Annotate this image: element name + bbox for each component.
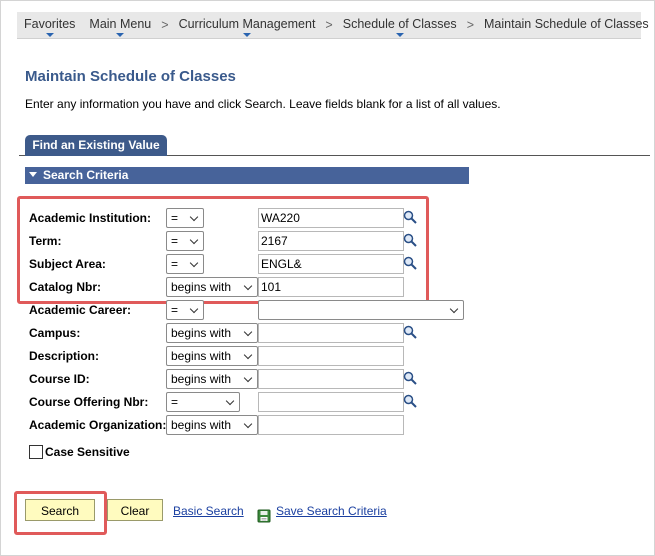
value-input[interactable] [258,346,404,366]
magnifier-icon[interactable] [403,394,417,408]
dropdown-arrow-icon [116,33,125,37]
search-criteria-label: Search Criteria [43,168,129,182]
operator-select[interactable]: begins with [166,369,258,389]
chevron-down-icon [243,327,253,337]
magnifier-icon[interactable] [403,325,417,339]
value-input[interactable]: 101 [258,277,404,297]
nav-schedule-of-classes[interactable]: Schedule of Classes [336,12,464,38]
value-input[interactable]: 2167 [258,231,404,251]
chevron-down-icon [225,396,235,406]
operator-value: begins with [171,326,232,340]
nav-main-menu-label: Main Menu [89,17,152,31]
magnifier-icon[interactable] [403,256,417,270]
nav-maintain-schedule[interactable]: Maintain Schedule of Classes [477,12,655,38]
chevron-down-icon [243,373,253,383]
operator-value: = [171,234,179,248]
breadcrumb-separator: > [161,18,169,32]
value-input[interactable]: WA220 [258,208,404,228]
field-label: Academic Organization: [29,418,167,432]
clear-button[interactable]: Clear [107,499,163,521]
breadcrumb: Favorites Main Menu > Curriculum Managem… [17,12,649,39]
field-label: Campus: [29,326,81,340]
field-label: Academic Career: [29,303,132,317]
chevron-down-icon [189,258,199,268]
chevron-down-icon [243,281,253,291]
dropdown-arrow-icon [45,33,54,37]
search-criteria-header[interactable]: Search Criteria [25,167,469,184]
dropdown-arrow-icon [242,33,251,37]
collapse-triangle-icon [29,172,37,177]
field-label: Catalog Nbr: [29,280,101,294]
nav-maintain-label: Maintain Schedule of Classes [484,17,649,31]
chevron-down-icon [243,419,253,429]
field-label: Course ID: [29,372,90,386]
save-search-criteria-link[interactable]: Save Search Criteria [276,504,387,518]
chevron-down-icon [449,304,459,314]
operator-select[interactable]: begins with [166,415,258,435]
value-input[interactable] [258,323,404,343]
operator-value: begins with [171,280,232,294]
chevron-down-icon [189,235,199,245]
operator-select[interactable]: = [166,231,204,251]
operator-value: = [171,395,179,409]
operator-select[interactable]: begins with [166,346,258,366]
magnifier-icon[interactable] [403,371,417,385]
chevron-down-icon [189,212,199,222]
chevron-down-icon [243,350,253,360]
tab-divider [167,155,650,156]
value-input[interactable]: ENGL& [258,254,404,274]
field-label: Term: [29,234,62,248]
nav-main-menu[interactable]: Main Menu [82,12,158,38]
field-label: Subject Area: [29,257,106,271]
tab-find-existing-value[interactable]: Find an Existing Value [25,135,167,156]
basic-search-link[interactable]: Basic Search [173,504,244,518]
nav-favorites[interactable]: Favorites [17,12,82,38]
chevron-down-icon [189,304,199,314]
operator-select[interactable]: begins with [166,323,258,343]
nav-schedule-label: Schedule of Classes [342,17,457,31]
instructions-text: Enter any information you have and click… [25,97,501,111]
page-title: Maintain Schedule of Classes [25,68,236,85]
operator-select[interactable]: begins with [166,277,258,297]
field-label: Academic Institution: [29,211,152,225]
operator-value: = [171,211,179,225]
breadcrumb-separator: > [325,18,333,32]
operator-select[interactable]: = [166,300,204,320]
field-label: Course Offering Nbr: [29,395,149,409]
operator-select[interactable]: = [166,392,240,412]
magnifier-icon[interactable] [403,210,417,224]
nav-curriculum-label: Curriculum Management [178,17,316,31]
operator-value: begins with [171,372,232,386]
operator-value: = [171,257,179,271]
magnifier-icon[interactable] [403,233,417,247]
dropdown-arrow-icon [395,33,404,37]
operator-value: = [171,303,179,317]
search-button[interactable]: Search [25,499,95,521]
save-disk-icon[interactable] [257,509,271,523]
value-select[interactable] [258,300,464,320]
nav-curriculum-management[interactable]: Curriculum Management [172,12,323,38]
case-sensitive-label: Case Sensitive [45,445,130,459]
case-sensitive-checkbox[interactable] [29,445,43,459]
value-input[interactable] [258,369,404,389]
field-label: Description: [29,349,100,363]
operator-value: begins with [171,418,232,432]
operator-select[interactable]: = [166,208,204,228]
operator-value: begins with [171,349,232,363]
operator-select[interactable]: = [166,254,204,274]
breadcrumb-separator: > [466,18,474,32]
nav-favorites-label: Favorites [24,17,76,31]
value-input[interactable] [258,392,404,412]
value-input[interactable] [258,415,404,435]
